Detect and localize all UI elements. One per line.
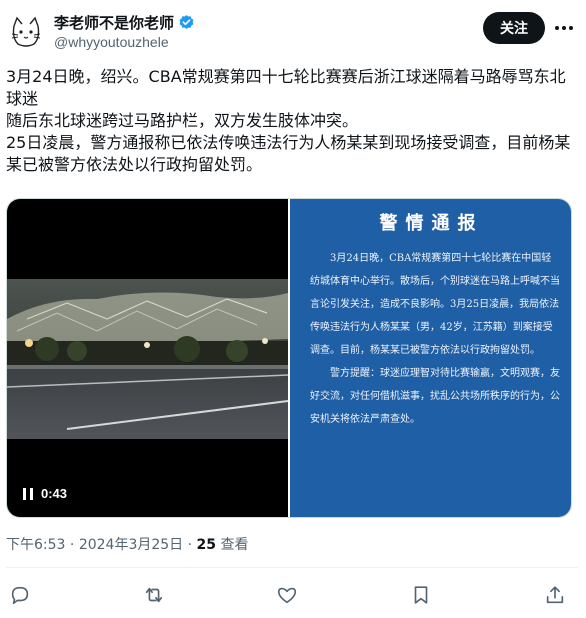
tweet-line: 25日凌晨，警方通报称已依法传唤违法行为人杨某某到现场接受调查，目前杨某某已被警… bbox=[6, 133, 571, 174]
divider bbox=[6, 567, 578, 568]
views-count: 25 bbox=[196, 537, 217, 553]
like-icon[interactable] bbox=[276, 584, 300, 608]
display-name[interactable]: 李老师不是你老师 bbox=[54, 12, 174, 33]
follow-button[interactable]: 关注 bbox=[483, 12, 545, 44]
tweet-meta: 下午6:53 · 2024年3月25日 · 25 查看 bbox=[6, 534, 248, 554]
notice-paragraph: 3月24日晚，CBA常规赛第四十七轮比赛在中国轻纺城体育中心举行。散场后，个别球… bbox=[310, 253, 560, 356]
video-time: 0:43 bbox=[41, 486, 68, 501]
share-icon[interactable] bbox=[544, 584, 568, 608]
tweet-time[interactable]: 下午6:53 bbox=[6, 537, 65, 553]
views-label: 查看 bbox=[220, 537, 249, 553]
tweet-date[interactable]: 2024年3月25日 bbox=[79, 537, 183, 553]
tweet-text: 3月24日晚，绍兴。CBA常规赛第四十七轮比赛赛后浙江球迷隔着马路辱骂东北球迷 … bbox=[6, 66, 578, 176]
action-bar bbox=[0, 584, 586, 608]
pause-icon[interactable] bbox=[23, 487, 33, 500]
police-notice-image[interactable]: 警情通报 3月24日晚，CBA常规赛第四十七轮比赛在中国轻纺城体育中心举行。散场… bbox=[290, 199, 571, 517]
notice-body: 3月24日晚，CBA常规赛第四十七轮比赛在中国轻纺城体育中心举行。散场后，个别球… bbox=[310, 247, 560, 431]
more-icon[interactable] bbox=[553, 18, 575, 38]
reply-icon[interactable] bbox=[9, 584, 33, 608]
bookmark-icon[interactable] bbox=[410, 584, 434, 608]
avatar[interactable] bbox=[6, 12, 46, 52]
tweet-line: 随后东北球迷跨过马路护栏，双方发生肢体冲突。 bbox=[6, 111, 359, 130]
video-frame bbox=[7, 279, 288, 439]
video-controls: 0:43 bbox=[23, 486, 67, 501]
notice-title: 警情通报 bbox=[379, 213, 484, 234]
meta-separator: · bbox=[187, 537, 193, 553]
verified-badge-icon bbox=[178, 14, 195, 31]
retweet-icon[interactable] bbox=[143, 584, 167, 608]
video-player[interactable]: 0:43 bbox=[7, 199, 288, 517]
name-row: 李老师不是你老师 bbox=[54, 12, 195, 32]
notice-paragraph: 警方提醒：球迷应理智对待比赛输赢，文明观赛，友好交流，对任何借机滋事，扰乱公共场… bbox=[310, 368, 560, 425]
tweet-line: 3月24日晚，绍兴。CBA常规赛第四十七轮比赛赛后浙江球迷隔着马路辱骂东北球迷 bbox=[6, 67, 566, 108]
user-handle[interactable]: @whyyoutouzhele bbox=[54, 34, 169, 50]
meta-separator: · bbox=[69, 537, 75, 553]
tweet-header: 李老师不是你老师 @whyyoutouzhele 关注 bbox=[0, 0, 586, 60]
media-grid: 0:43 警情通报 3月24日晚，CBA常规赛第四十七轮比赛在中国轻纺城体育中心… bbox=[6, 198, 572, 518]
